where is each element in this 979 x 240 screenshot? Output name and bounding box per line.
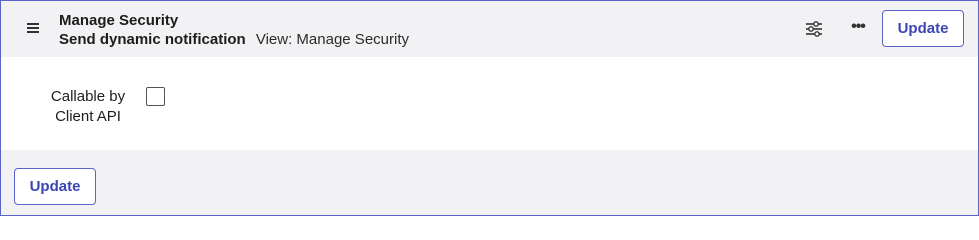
field-label-line2: Client API [55,108,121,125]
callable-by-client-api-label: Callable by Client API [41,87,135,127]
page-title: Manage Security [59,12,179,29]
field-label-line1: Callable by [50,88,126,105]
view-label: View: Manage Security [255,31,409,48]
update-button-top[interactable]: Update [882,10,964,47]
more-options-icon[interactable]: ••• [847,19,869,38]
record-subtitle: Send dynamic notification [59,31,246,48]
subtitle-row: Send dynamic notification View: Manage S… [59,31,409,48]
sliders-settings-icon[interactable] [804,20,824,38]
hamburger-menu-icon[interactable] [25,21,43,35]
update-button-bottom[interactable]: Update [14,168,96,205]
form-footer: Update [1,150,978,215]
callable-by-client-api-checkbox[interactable] [146,87,165,106]
form-header: Manage Security Send dynamic notificatio… [1,1,978,56]
form-panel: Manage Security Send dynamic notificatio… [0,0,979,216]
form-body: Callable by Client API [1,57,978,150]
